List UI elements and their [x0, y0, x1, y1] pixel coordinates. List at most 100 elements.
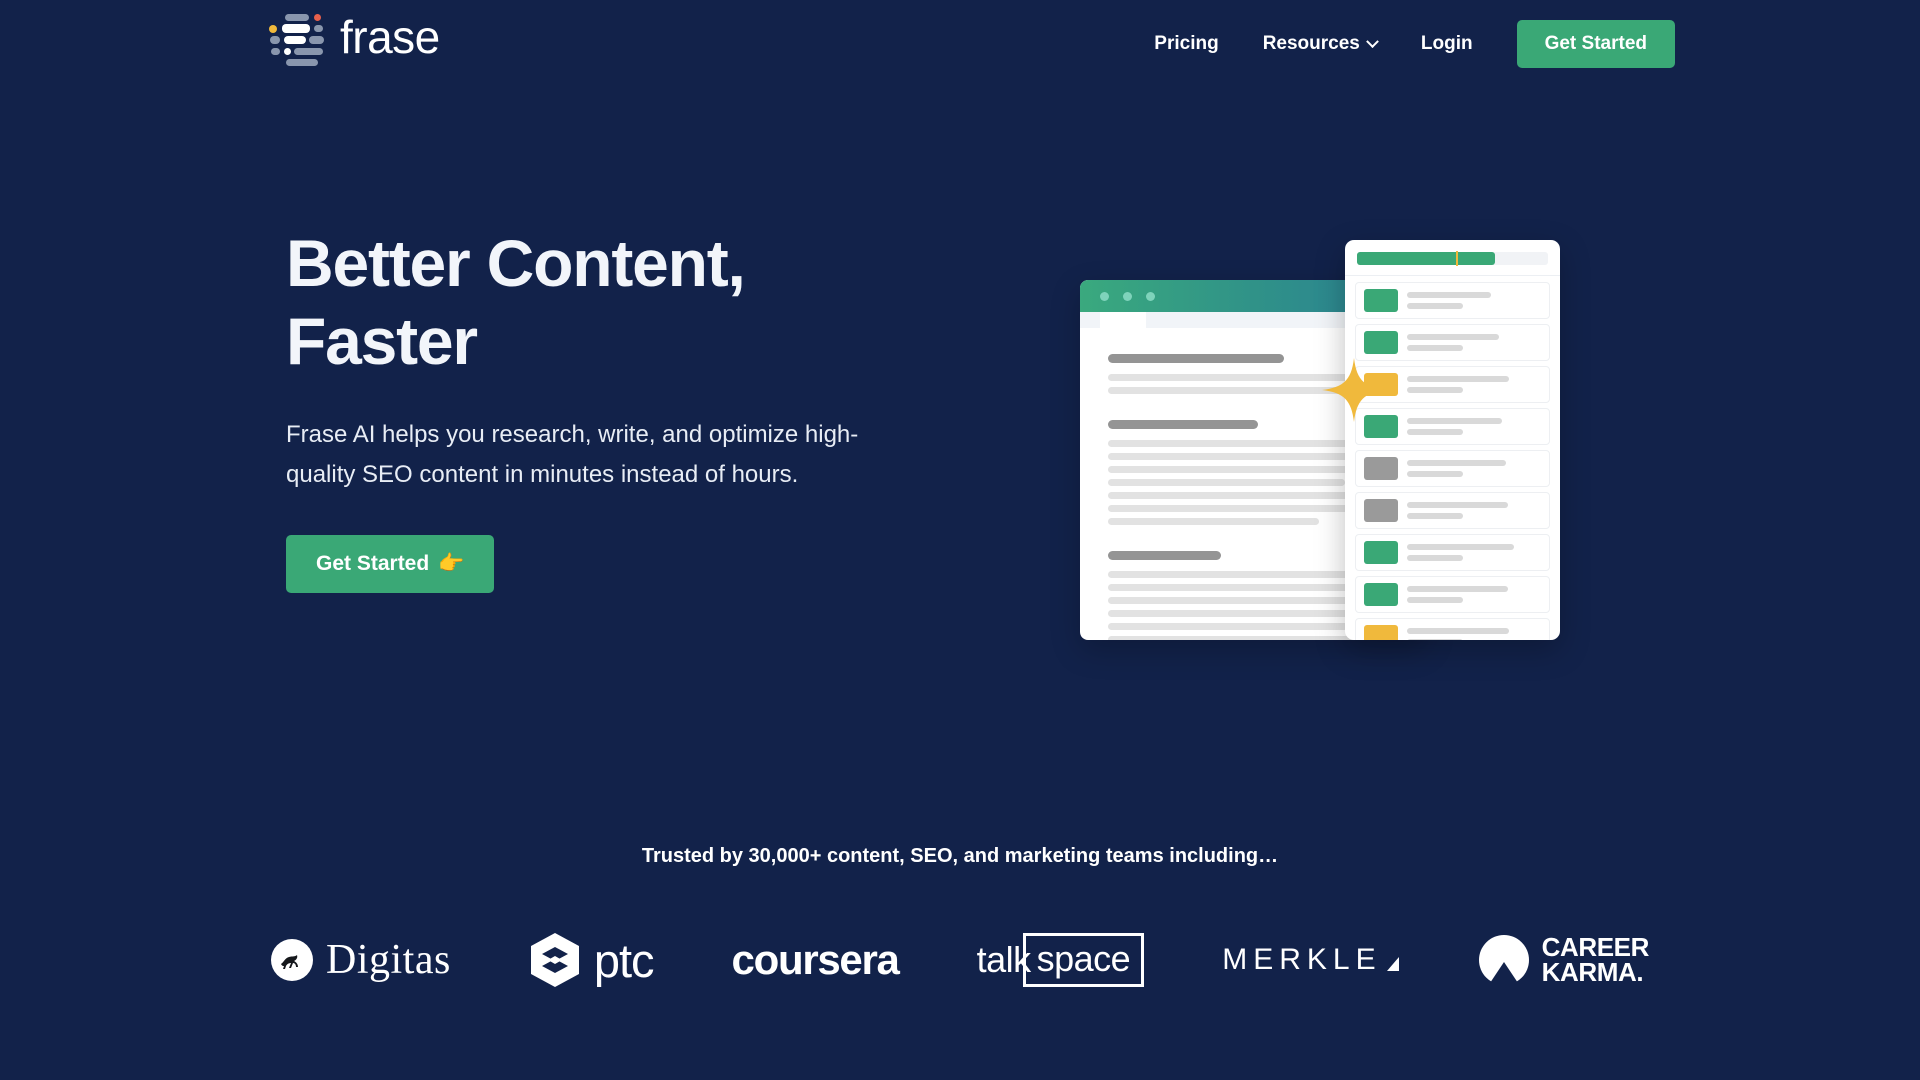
mockup-heading-bar [1108, 354, 1284, 363]
list-item-line [1407, 292, 1491, 298]
header-get-started-button[interactable]: Get Started [1517, 20, 1675, 68]
main-navigation: Pricing Resources Login Get Started [1132, 20, 1675, 68]
digitas-wordmark: Digitas [326, 936, 451, 984]
logo-coursera: coursera [732, 936, 899, 984]
ptc-hexagon-icon [529, 932, 581, 988]
brand-wordmark: frase [340, 14, 440, 64]
panel-header [1345, 240, 1560, 276]
list-item-line [1407, 418, 1502, 424]
mockup-line-bar [1108, 453, 1362, 460]
list-item[interactable] [1355, 576, 1550, 613]
list-item-line [1407, 376, 1509, 382]
progress-target-marker [1456, 251, 1458, 266]
list-item[interactable] [1355, 534, 1550, 571]
merkle-wordmark: MERKLE [1222, 943, 1381, 977]
list-item-line [1407, 555, 1463, 561]
merkle-triangle-icon [1385, 947, 1401, 973]
logo-digitas: Digitas [271, 936, 451, 984]
career-karma-arch-icon [1479, 935, 1529, 985]
status-badge [1364, 289, 1398, 312]
list-item-line [1407, 513, 1463, 519]
list-item[interactable] [1355, 324, 1550, 361]
seo-score-panel [1345, 240, 1560, 640]
customer-logo-bar: Digitas ptc coursera talk space MERKLE C… [0, 915, 1920, 1005]
digitas-horse-icon [271, 939, 313, 981]
career-karma-wordmark: CAREER KARMA. [1542, 935, 1649, 986]
window-dot-icon [1146, 292, 1155, 301]
keyword-list [1345, 276, 1560, 640]
list-item-line [1407, 345, 1463, 351]
page-title: Better Content, Faster [286, 225, 926, 381]
mockup-line-bar [1108, 636, 1368, 640]
list-item-line [1407, 303, 1463, 309]
pointing-right-icon: 👉 [438, 552, 464, 576]
nav-item-pricing[interactable]: Pricing [1132, 23, 1240, 65]
nav-item-login-label: Login [1421, 33, 1473, 55]
list-item-line [1407, 502, 1508, 508]
status-badge [1364, 583, 1398, 606]
nav-item-resources-label: Resources [1263, 33, 1360, 55]
list-item[interactable] [1355, 618, 1550, 640]
logo-career-karma: CAREER KARMA. [1479, 935, 1649, 986]
list-item[interactable] [1355, 492, 1550, 529]
list-item-text [1407, 502, 1541, 519]
hero-subheadline: Frase AI helps you research, write, and … [286, 415, 901, 496]
mockup-line-bar [1108, 492, 1380, 499]
list-item-line [1407, 639, 1463, 640]
window-dot-icon [1123, 292, 1132, 301]
brand-logo[interactable]: frase [268, 10, 440, 68]
mockup-line-bar [1108, 597, 1371, 604]
mockup-active-tab [1100, 312, 1146, 328]
status-badge [1364, 331, 1398, 354]
list-item-line [1407, 586, 1508, 592]
nav-item-login[interactable]: Login [1399, 23, 1495, 65]
list-item-text [1407, 460, 1541, 477]
chevron-down-icon [1366, 35, 1379, 48]
mockup-heading-bar [1108, 420, 1258, 429]
mockup-line-bar [1108, 479, 1345, 486]
logo-talkspace: talk space [977, 933, 1145, 987]
window-dot-icon [1100, 292, 1109, 301]
list-item-text [1407, 586, 1541, 603]
mockup-line-bar [1108, 584, 1354, 591]
list-item[interactable] [1355, 282, 1550, 319]
list-item-line [1407, 471, 1463, 477]
list-item-line [1407, 628, 1509, 634]
list-item-line [1407, 597, 1463, 603]
mockup-line-bar [1108, 466, 1383, 473]
career-karma-line-two: KARMA. [1542, 960, 1649, 985]
list-item-line [1407, 387, 1463, 393]
coursera-wordmark: coursera [732, 936, 899, 984]
landing-page: frase Pricing Resources Login Get Starte… [0, 0, 1920, 1080]
talkspace-part-two: space [1023, 933, 1145, 987]
nav-item-pricing-label: Pricing [1154, 33, 1218, 55]
list-item-text [1407, 334, 1541, 351]
list-item-text [1407, 628, 1541, 640]
list-item-line [1407, 334, 1499, 340]
social-proof-heading: Trusted by 30,000+ content, SEO, and mar… [0, 845, 1920, 868]
mockup-line-bar [1108, 387, 1351, 394]
sparkle-icon [1322, 358, 1386, 422]
hero-get-started-label: Get Started [316, 552, 429, 576]
list-item-text [1407, 376, 1541, 393]
list-item-line [1407, 429, 1463, 435]
content-score-progress [1357, 252, 1548, 265]
hero-get-started-button[interactable]: Get Started 👉 [286, 535, 494, 593]
ptc-wordmark: ptc [594, 937, 654, 984]
talkspace-wordmark: talk space [977, 933, 1145, 987]
list-item[interactable] [1355, 450, 1550, 487]
list-item-text [1407, 544, 1541, 561]
list-item-text [1407, 292, 1541, 309]
mockup-line-bar [1108, 571, 1385, 578]
status-badge [1364, 499, 1398, 522]
status-badge [1364, 625, 1398, 640]
list-item-line [1407, 544, 1514, 550]
hero-illustration [1080, 240, 1680, 660]
status-badge [1364, 457, 1398, 480]
site-header: frase Pricing Resources Login Get Starte… [0, 0, 1920, 90]
nav-item-resources[interactable]: Resources [1241, 23, 1399, 65]
logo-ptc: ptc [529, 932, 654, 988]
frase-logo-icon [268, 10, 326, 68]
mockup-line-bar [1108, 518, 1319, 525]
list-item-line [1407, 460, 1506, 466]
